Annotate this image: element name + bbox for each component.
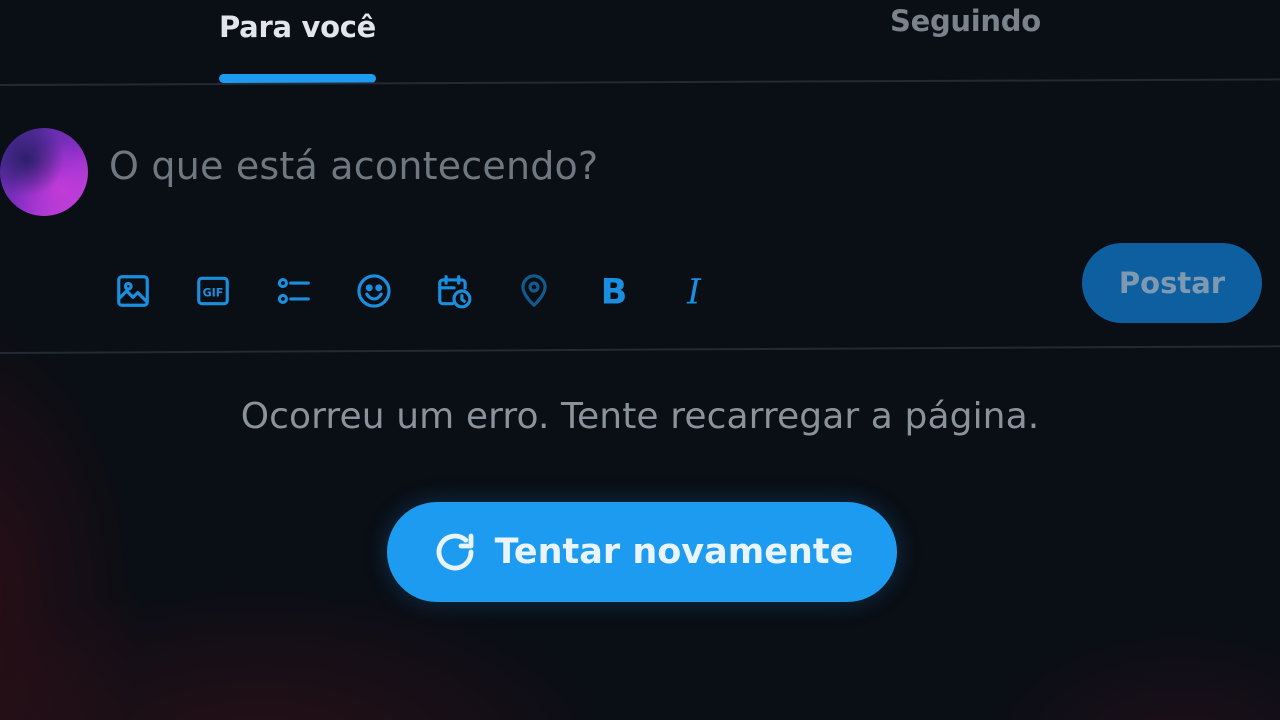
- image-icon[interactable]: [112, 268, 154, 314]
- schedule-icon[interactable]: [433, 268, 475, 314]
- location-icon[interactable]: [513, 268, 555, 314]
- svg-text:I: I: [686, 273, 702, 310]
- italic-icon[interactable]: I: [673, 268, 715, 314]
- error-message: Ocorreu um erro. Tente recarregar a pági…: [240, 396, 1040, 437]
- svg-text:B: B: [601, 273, 628, 310]
- avatar[interactable]: [0, 128, 88, 216]
- background-vignette: [0, 0, 1280, 720]
- refresh-icon: [431, 528, 479, 576]
- svg-text:GIF: GIF: [203, 287, 224, 300]
- retry-button[interactable]: Tentar novamente: [387, 502, 897, 602]
- bold-icon[interactable]: B: [593, 268, 635, 314]
- tab-para-voce[interactable]: Para você: [219, 10, 376, 44]
- composer-divider: [0, 345, 1280, 354]
- timeline-tabs: Para você Seguindo: [0, 0, 1280, 84]
- retry-button-label: Tentar novamente: [494, 532, 854, 572]
- gif-icon[interactable]: GIF: [192, 268, 234, 314]
- home-timeline-screen: Para você Seguindo O que está acontecend…: [0, 0, 1280, 720]
- tab-seguindo[interactable]: Seguindo: [890, 4, 1041, 38]
- emoji-icon[interactable]: [353, 268, 395, 314]
- post-button[interactable]: Postar: [1082, 243, 1262, 323]
- compose-input[interactable]: O que está acontecendo?: [109, 144, 598, 188]
- poll-icon[interactable]: [273, 268, 315, 314]
